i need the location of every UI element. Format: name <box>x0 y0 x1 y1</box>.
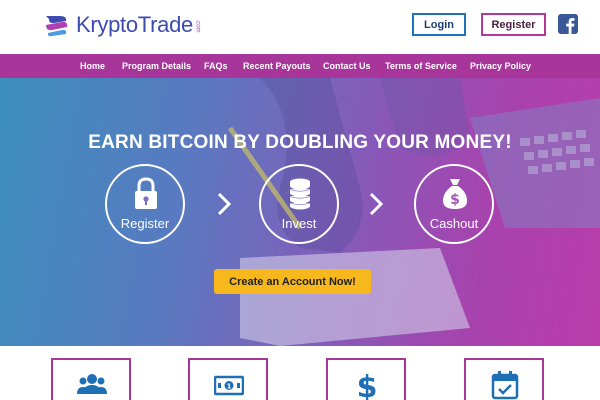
hero-title: EARN BITCOIN BY DOUBLING YOUR MONEY! <box>88 132 512 153</box>
nav-item-contact-us[interactable]: Contact Us <box>323 54 371 78</box>
feature-box-dollar[interactable]: $ <box>326 358 406 400</box>
nav-item-privacy-policy[interactable]: Privacy Policy <box>470 54 531 78</box>
site-logo[interactable]: KryptoTrade .com <box>40 9 204 41</box>
dollar-icon: $ <box>357 370 378 400</box>
step-register-label: Register <box>120 216 170 231</box>
register-button[interactable]: Register <box>481 13 546 36</box>
nav-item-terms-of-service[interactable]: Terms of Service <box>385 54 457 78</box>
hero-banner: EARN BITCOIN BY DOUBLING YOUR MONEY! Reg… <box>0 78 600 346</box>
svg-text:$: $ <box>450 192 460 208</box>
lock-icon <box>135 177 157 209</box>
feature-box-users[interactable] <box>51 358 131 400</box>
step-cashout-label: Cashout <box>429 216 479 231</box>
login-button[interactable]: Login <box>412 13 466 36</box>
nav-item-faqs[interactable]: FAQs <box>204 54 228 78</box>
svg-text:$: $ <box>357 370 378 400</box>
feature-box-calendar[interactable] <box>464 358 544 400</box>
create-account-button[interactable]: Create an Account Now! <box>214 269 371 294</box>
site-header: KryptoTrade .com Login Register <box>0 0 600 52</box>
cash-icon: 1 <box>214 375 244 396</box>
coins-icon <box>289 178 311 210</box>
logo-domain-suffix: .com <box>194 19 201 33</box>
svg-text:1: 1 <box>227 383 232 391</box>
facebook-icon[interactable] <box>558 14 578 34</box>
users-icon <box>77 374 107 394</box>
step-register: Register <box>105 164 185 244</box>
logo-icon <box>46 16 68 37</box>
nav-item-program-details[interactable]: Program Details <box>122 54 191 78</box>
calendar-check-icon <box>491 371 519 400</box>
chevron-right-icon <box>217 192 232 216</box>
nav-item-home[interactable]: Home <box>80 54 105 78</box>
feature-box-cash[interactable]: 1 <box>188 358 268 400</box>
step-invest: Invest <box>259 164 339 244</box>
step-cashout: $ Cashout <box>414 164 494 244</box>
step-invest-label: Invest <box>281 216 317 231</box>
nav-item-recent-payouts[interactable]: Recent Payouts <box>243 54 311 78</box>
chevron-right-icon <box>369 192 384 216</box>
money-bag-icon: $ <box>443 179 467 209</box>
main-nav: Home Program Details FAQs Recent Payouts… <box>0 54 600 78</box>
logo-text: KryptoTrade <box>76 12 193 37</box>
